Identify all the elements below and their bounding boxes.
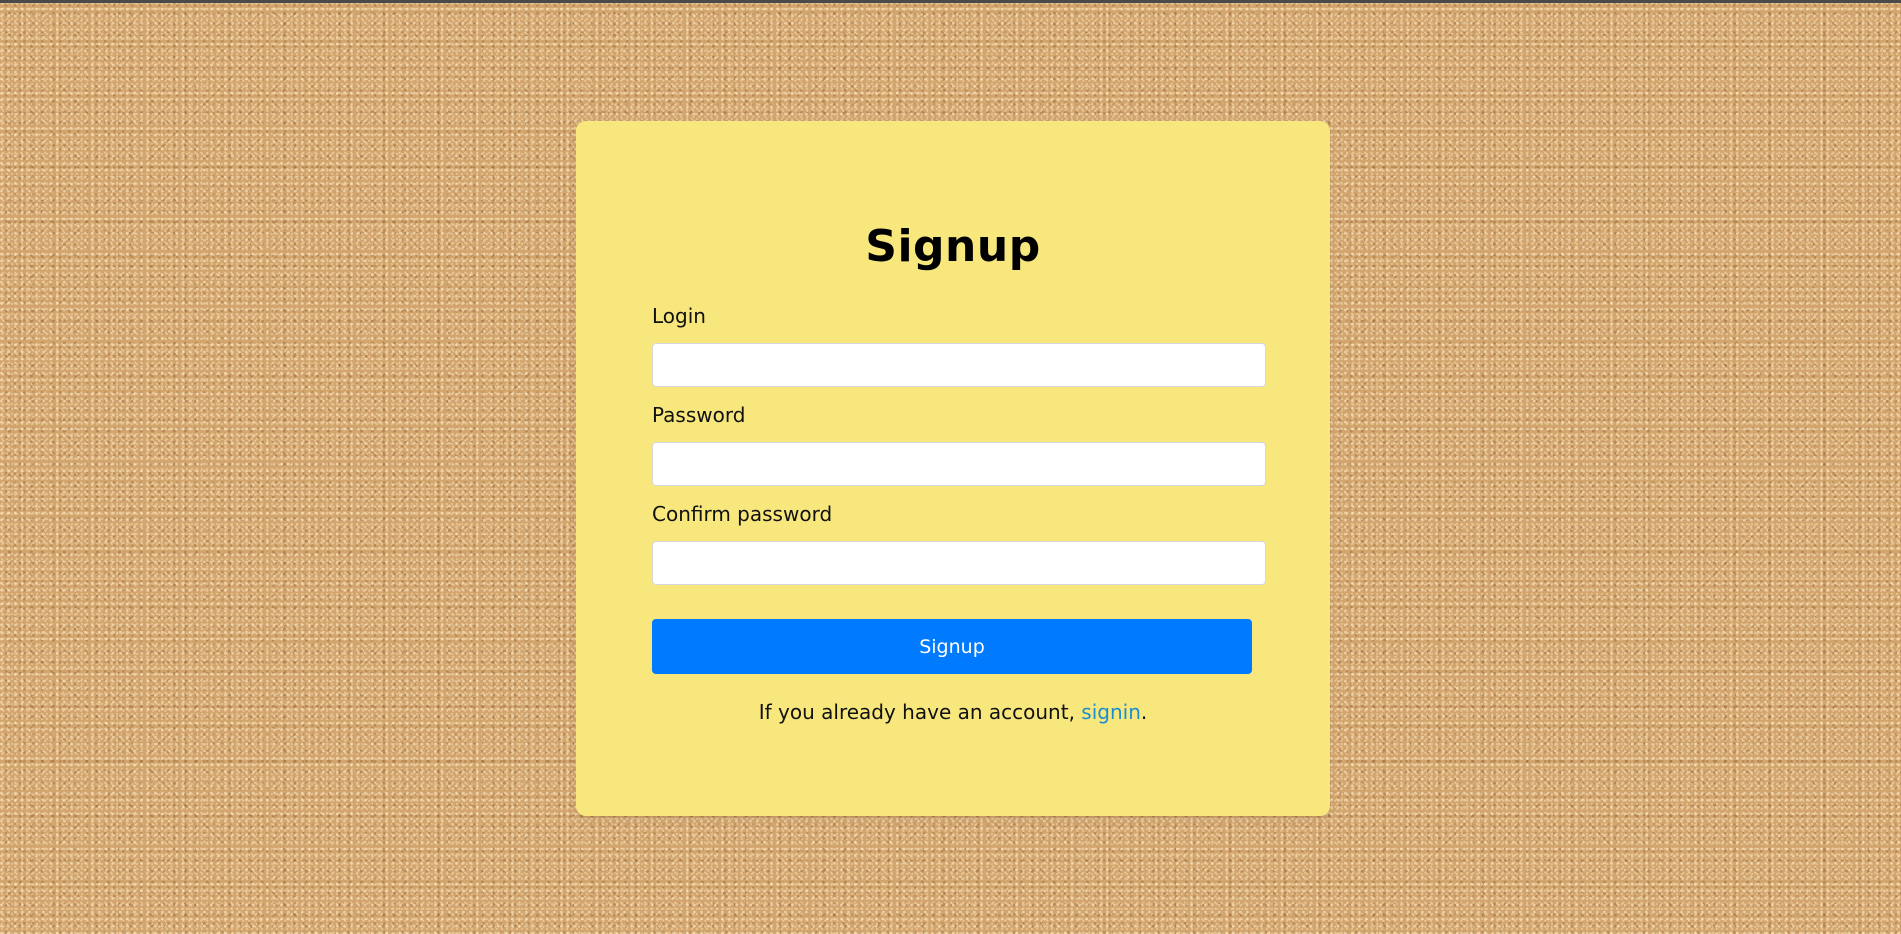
signup-button[interactable]: Signup <box>652 619 1252 674</box>
login-input[interactable] <box>652 343 1266 387</box>
signup-card: Signup Login Password Confirm password S… <box>576 121 1330 816</box>
top-border <box>0 0 1901 3</box>
password-label: Password <box>652 403 746 427</box>
login-label: Login <box>652 304 706 328</box>
confirm-password-label: Confirm password <box>652 502 833 526</box>
password-input[interactable] <box>652 442 1266 486</box>
confirm-password-input[interactable] <box>652 541 1266 585</box>
signin-prompt-period: . <box>1140 700 1148 724</box>
signin-prompt: If you already have an account, signin. <box>576 700 1330 724</box>
page-title: Signup <box>865 221 1041 272</box>
signin-link[interactable]: signin <box>1081 700 1141 724</box>
signin-prompt-text: If you already have an account, <box>758 700 1082 724</box>
